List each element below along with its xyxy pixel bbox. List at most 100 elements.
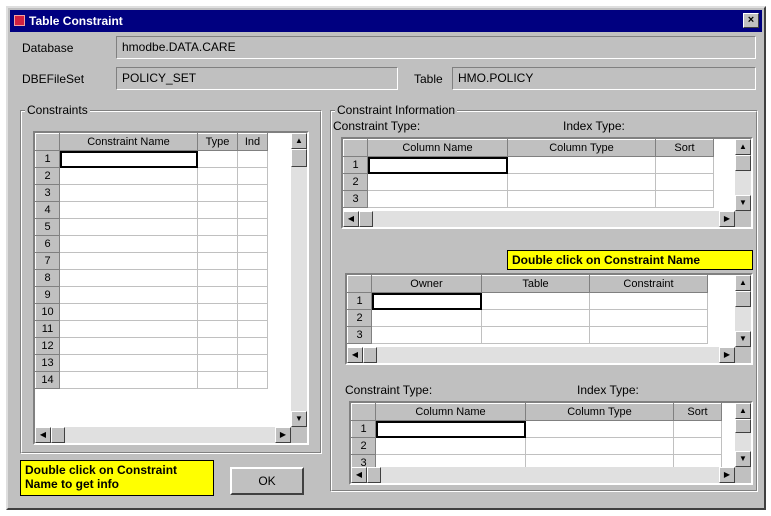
left-arrow-icon[interactable]: ◀ [347,347,363,363]
table-row[interactable]: 7 [35,252,268,270]
grid-cell[interactable] [59,320,198,338]
grid-cell[interactable] [59,218,198,236]
row-number[interactable]: 5 [35,218,60,236]
scroll-thumb[interactable] [735,291,751,307]
grid-cell[interactable] [197,218,238,236]
grid-cell[interactable] [375,437,526,455]
grid-cell[interactable] [237,150,268,168]
table-row[interactable]: 2 [35,167,268,185]
table-row[interactable]: 10 [35,303,268,321]
table-row[interactable]: 11 [35,320,268,338]
grid-cell[interactable] [59,354,198,372]
left-arrow-icon[interactable]: ◀ [35,427,51,443]
grid-cell[interactable] [375,420,526,438]
grid-cell[interactable] [481,292,590,310]
table-row[interactable]: 1 [343,156,714,174]
table-row[interactable]: 2 [347,309,708,327]
right-arrow-icon[interactable]: ▶ [719,467,735,483]
table-row[interactable]: 2 [343,173,714,191]
grid-cell[interactable] [59,337,198,355]
table-row[interactable]: 3 [347,326,708,344]
column-header-table[interactable]: Table [481,275,590,293]
grid-cell[interactable] [481,309,590,327]
grid-cell[interactable] [237,218,268,236]
grid-cell[interactable] [197,354,238,372]
grid-cell[interactable] [673,437,722,455]
grid-cell[interactable] [197,167,238,185]
grid-cell[interactable] [59,371,198,389]
row-number[interactable]: 3 [35,184,60,202]
grid-cell[interactable] [237,269,268,287]
grid-cell[interactable] [481,326,590,344]
right-arrow-icon[interactable]: ▶ [719,347,735,363]
grid-cell[interactable] [525,437,674,455]
grid-cell[interactable] [589,309,708,327]
constraints-hscroll[interactable]: ◀ ▶ [35,427,291,443]
row-number[interactable]: 13 [35,354,60,372]
row-number[interactable]: 8 [35,269,60,287]
table-row[interactable]: 12 [35,337,268,355]
right-arrow-icon[interactable]: ▶ [719,211,735,227]
row-number[interactable]: 12 [35,337,60,355]
grid-cell[interactable] [197,286,238,304]
row-number[interactable]: 1 [351,420,376,438]
grid-cell[interactable] [59,201,198,219]
bottom-vscroll[interactable]: ▲ ▼ [735,403,751,467]
row-number[interactable]: 1 [343,156,368,174]
grid-cell[interactable] [59,252,198,270]
grid-cell[interactable] [197,201,238,219]
column-header-sort[interactable]: Sort [673,403,722,421]
table-row[interactable]: 5 [35,218,268,236]
up-arrow-icon[interactable]: ▲ [291,133,307,149]
grid-cell[interactable] [525,420,674,438]
scroll-thumb[interactable] [735,155,751,171]
table-row[interactable]: 2 [351,437,722,455]
constraints-vscroll[interactable]: ▲ ▼ [291,133,307,427]
row-number[interactable]: 4 [35,201,60,219]
up-arrow-icon[interactable]: ▲ [735,403,751,419]
down-arrow-icon[interactable]: ▼ [735,195,751,211]
top-hscroll[interactable]: ◀ ▶ [343,211,735,227]
bottom-columns-grid[interactable]: Column Name Column Type Sort 123 ▲ ▼ ◀ ▶ [349,401,753,485]
grid-cell[interactable] [371,326,482,344]
left-arrow-icon[interactable]: ◀ [351,467,367,483]
grid-cell[interactable] [237,303,268,321]
table-field[interactable]: HMO.POLICY [452,67,756,90]
up-arrow-icon[interactable]: ▲ [735,139,751,155]
bottom-hscroll[interactable]: ◀ ▶ [351,467,735,483]
row-number[interactable]: 2 [347,309,372,327]
grid-cell[interactable] [367,156,508,174]
scroll-thumb[interactable] [735,419,751,433]
grid-cell[interactable] [59,235,198,253]
scroll-thumb[interactable] [51,427,65,443]
scroll-thumb[interactable] [359,211,373,227]
table-row[interactable]: 8 [35,269,268,287]
table-row[interactable]: 3 [343,190,714,208]
down-arrow-icon[interactable]: ▼ [291,411,307,427]
ok-button[interactable]: OK [230,467,304,495]
column-header-column-type[interactable]: Column Type [525,403,674,421]
column-header-constraint[interactable]: Constraint [589,275,708,293]
left-arrow-icon[interactable]: ◀ [343,211,359,227]
grid-cell[interactable] [237,167,268,185]
grid-cell[interactable] [237,184,268,202]
column-header-sort[interactable]: Sort [655,139,714,157]
grid-cell[interactable] [237,320,268,338]
column-header-ind[interactable]: Ind [237,133,268,151]
close-button[interactable]: × [743,13,759,28]
grid-cell[interactable] [367,190,508,208]
right-arrow-icon[interactable]: ▶ [275,427,291,443]
table-row[interactable]: 3 [35,184,268,202]
row-number[interactable]: 10 [35,303,60,321]
down-arrow-icon[interactable]: ▼ [735,451,751,467]
table-row[interactable]: 14 [35,371,268,389]
table-row[interactable]: 9 [35,286,268,304]
grid-cell[interactable] [197,269,238,287]
table-row[interactable]: 6 [35,235,268,253]
grid-cell[interactable] [59,303,198,321]
row-number[interactable]: 2 [35,167,60,185]
grid-cell[interactable] [367,173,508,191]
column-header-constraint-name[interactable]: Constraint Name [59,133,198,151]
grid-cell[interactable] [507,156,656,174]
grid-cell[interactable] [237,252,268,270]
